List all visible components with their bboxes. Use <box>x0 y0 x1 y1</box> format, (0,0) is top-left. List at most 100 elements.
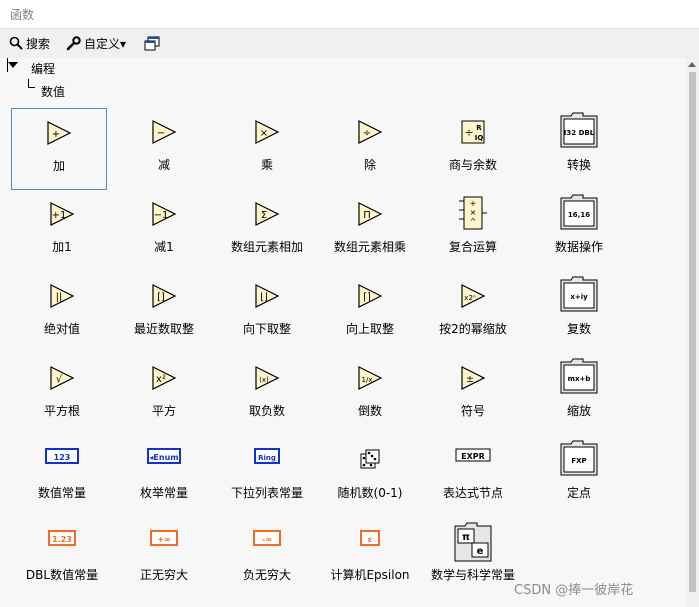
palette-item-ring-constant[interactable]: Ring 下拉列表常量 <box>215 436 319 518</box>
scale-power-of-2-icon-graphic: x2ⁿ <box>461 284 486 308</box>
data-manipulation-folder-icon-graphic: 16,16 <box>560 194 598 230</box>
machine-epsilon-icon: ε <box>360 530 380 549</box>
palette-item-square[interactable]: x² 平方 <box>112 354 216 436</box>
palette-item-sign[interactable]: ± 符号 <box>421 354 525 436</box>
svg-text:+1: +1 <box>52 210 67 221</box>
multiply-icon: × <box>254 120 280 147</box>
palette-item-increment[interactable]: +1 加1 <box>10 190 114 272</box>
increment-icon-graphic: +1 <box>50 202 75 226</box>
palette-item-quotient-remainder[interactable]: ÷ R IQ 商与余数 <box>421 108 525 190</box>
palette-item-label: 向下取整 <box>242 322 291 336</box>
svg-text:FXP: FXP <box>571 457 586 465</box>
palette-item-reciprocal[interactable]: 1/x 倒数 <box>318 354 422 436</box>
palette-item-label: 正无穷大 <box>139 568 188 582</box>
enum-constant-icon: ◂Enum <box>147 448 181 467</box>
tree-item-numeric[interactable]: 数值 <box>41 83 65 100</box>
dbl-constant-icon-graphic: 1.23 <box>48 530 76 546</box>
negative-infinity-icon: -∞ <box>253 530 281 549</box>
watermark: CSDN @捧一彼岸花 <box>514 583 634 598</box>
palette-item-round-nearest[interactable]: [] 最近数取整 <box>112 272 216 354</box>
palette-item-round-down[interactable]: ⌊⌋ 向下取整 <box>215 272 319 354</box>
palette-item-numeric-constant[interactable]: 123 数值常量 <box>10 436 114 518</box>
numeric-constant-icon-graphic: 123 <box>45 448 79 464</box>
palette-panel: 编程 数值 + 加 − 减 × 乘 ÷ 除 ÷ R IQ 商与余数 I32 DBL 转换 +1 加1 −1 减1 Σ… <box>0 58 686 607</box>
round-down-icon: ⌊⌋ <box>254 284 280 311</box>
palette-item-label: 缩放 <box>566 404 591 418</box>
svg-text:Σ: Σ <box>261 210 267 221</box>
svg-text:mx+b: mx+b <box>568 375 591 383</box>
palette-item-label: 表达式节点 <box>442 486 503 500</box>
round-nearest-icon: [] <box>151 284 177 311</box>
palette-item-round-up[interactable]: ⌈⌉ 向上取整 <box>318 272 422 354</box>
svg-text:I32 DBL: I32 DBL <box>564 129 595 137</box>
compound-arithmetic-icon: + × ^ <box>459 196 487 233</box>
sign-icon: ± <box>460 366 486 393</box>
customize-button[interactable]: 自定义▾ <box>66 34 126 52</box>
palette-item-random-number[interactable]: 随机数(0-1) <box>318 436 422 518</box>
increment-icon: +1 <box>49 202 75 229</box>
palette-item-label: 商与余数 <box>448 158 497 172</box>
search-button[interactable]: 搜索 <box>9 34 50 52</box>
vertical-scrollbar[interactable] <box>686 58 699 607</box>
tree-connector <box>28 79 35 88</box>
svg-text:×: × <box>260 128 268 139</box>
palette-item-add[interactable]: + 加 <box>11 108 107 190</box>
decrement-icon-graphic: −1 <box>152 202 177 226</box>
scroll-up-arrow-icon[interactable] <box>688 62 696 67</box>
svg-text:1.23: 1.23 <box>52 535 72 544</box>
palette-item-multiply[interactable]: × 乘 <box>215 108 319 190</box>
palette-item-dbl-constant[interactable]: 1.23 DBL数值常量 <box>10 518 114 600</box>
palette-item-label: 取负数 <box>248 404 285 418</box>
svg-text:⌊⌋: ⌊⌋ <box>260 292 268 303</box>
palette-item-label: 减 <box>157 158 170 172</box>
palette-item-label: 下拉列表常量 <box>230 486 303 500</box>
palette-item-multiply-array-elements[interactable]: Π 数组元素相乘 <box>318 190 422 272</box>
palette-item-label: 数学与科学常量 <box>430 568 515 582</box>
palette-item-math-constants-folder[interactable]: π e 数学与科学常量 <box>421 518 525 600</box>
palette-item-complex-folder[interactable]: x+iy 复数 <box>527 272 631 354</box>
negative-infinity-icon-graphic: -∞ <box>253 530 281 546</box>
palette-item-absolute-value[interactable]: || 绝对值 <box>10 272 114 354</box>
random-number-icon-graphic <box>360 449 380 469</box>
palette-item-label: 枚举常量 <box>139 486 188 500</box>
palette-item-label: 符号 <box>460 404 485 418</box>
quotient-remainder-icon: ÷ R IQ <box>461 120 485 147</box>
palette-item-enum-constant[interactable]: ◂Enum 枚举常量 <box>112 436 216 518</box>
svg-text:EXPR: EXPR <box>461 452 485 461</box>
svg-text:Π: Π <box>363 210 371 221</box>
palette-item-add-array-elements[interactable]: Σ 数组元素相加 <box>215 190 319 272</box>
palette-item-scale-power-of-2[interactable]: x2ⁿ 按2的幂缩放 <box>421 272 525 354</box>
expression-node-icon-graphic: EXPR <box>455 448 491 462</box>
svg-text:√: √ <box>56 374 63 385</box>
palette-item-conversion-folder[interactable]: I32 DBL 转换 <box>527 108 631 190</box>
conversion-folder-icon: I32 DBL <box>559 112 599 151</box>
svg-text:+: + <box>470 199 477 208</box>
tree-item-programming[interactable]: 编程 <box>31 60 55 77</box>
palette-item-label: 数据操作 <box>554 240 603 254</box>
expand-arrow-icon[interactable] <box>8 62 18 68</box>
palette-item-fixed-point-folder[interactable]: FXP 定点 <box>527 436 631 518</box>
palette-item-square-root[interactable]: √ 平方根 <box>10 354 114 436</box>
palette-item-divide[interactable]: ÷ 除 <box>318 108 422 190</box>
window-options-button[interactable] <box>144 34 160 52</box>
compound-arithmetic-icon-graphic: +×^ <box>459 196 487 230</box>
reciprocal-icon-graphic: 1/x <box>358 366 383 390</box>
positive-infinity-icon: +∞ <box>150 530 178 549</box>
palette-item-compound-arithmetic[interactable]: + × ^ 复合运算 <box>421 190 525 272</box>
palette-item-negative-infinity[interactable]: -∞ 负无穷大 <box>215 518 319 600</box>
scroll-thumb[interactable] <box>689 72 696 592</box>
palette-item-data-manipulation-folder[interactable]: 16,16 数据操作 <box>527 190 631 272</box>
numeric-constant-icon: 123 <box>45 448 79 467</box>
palette-item-scaling-folder[interactable]: mx+b 缩放 <box>527 354 631 436</box>
ring-constant-icon: Ring <box>254 448 280 467</box>
palette-item-label: 绝对值 <box>43 322 80 336</box>
palette-item-label: 数值常量 <box>37 486 86 500</box>
palette-item-label: 平方根 <box>43 404 80 418</box>
palette-item-negate[interactable]: (x) 取负数 <box>215 354 319 436</box>
palette-item-machine-epsilon[interactable]: ε 计算机Epsilon <box>318 518 422 600</box>
palette-item-positive-infinity[interactable]: +∞ 正无穷大 <box>112 518 216 600</box>
palette-item-expression-node[interactable]: EXPR 表达式节点 <box>421 436 525 518</box>
palette-item-label: 随机数(0-1) <box>337 486 403 500</box>
palette-item-subtract[interactable]: − 减 <box>112 108 216 190</box>
palette-item-decrement[interactable]: −1 减1 <box>112 190 216 272</box>
